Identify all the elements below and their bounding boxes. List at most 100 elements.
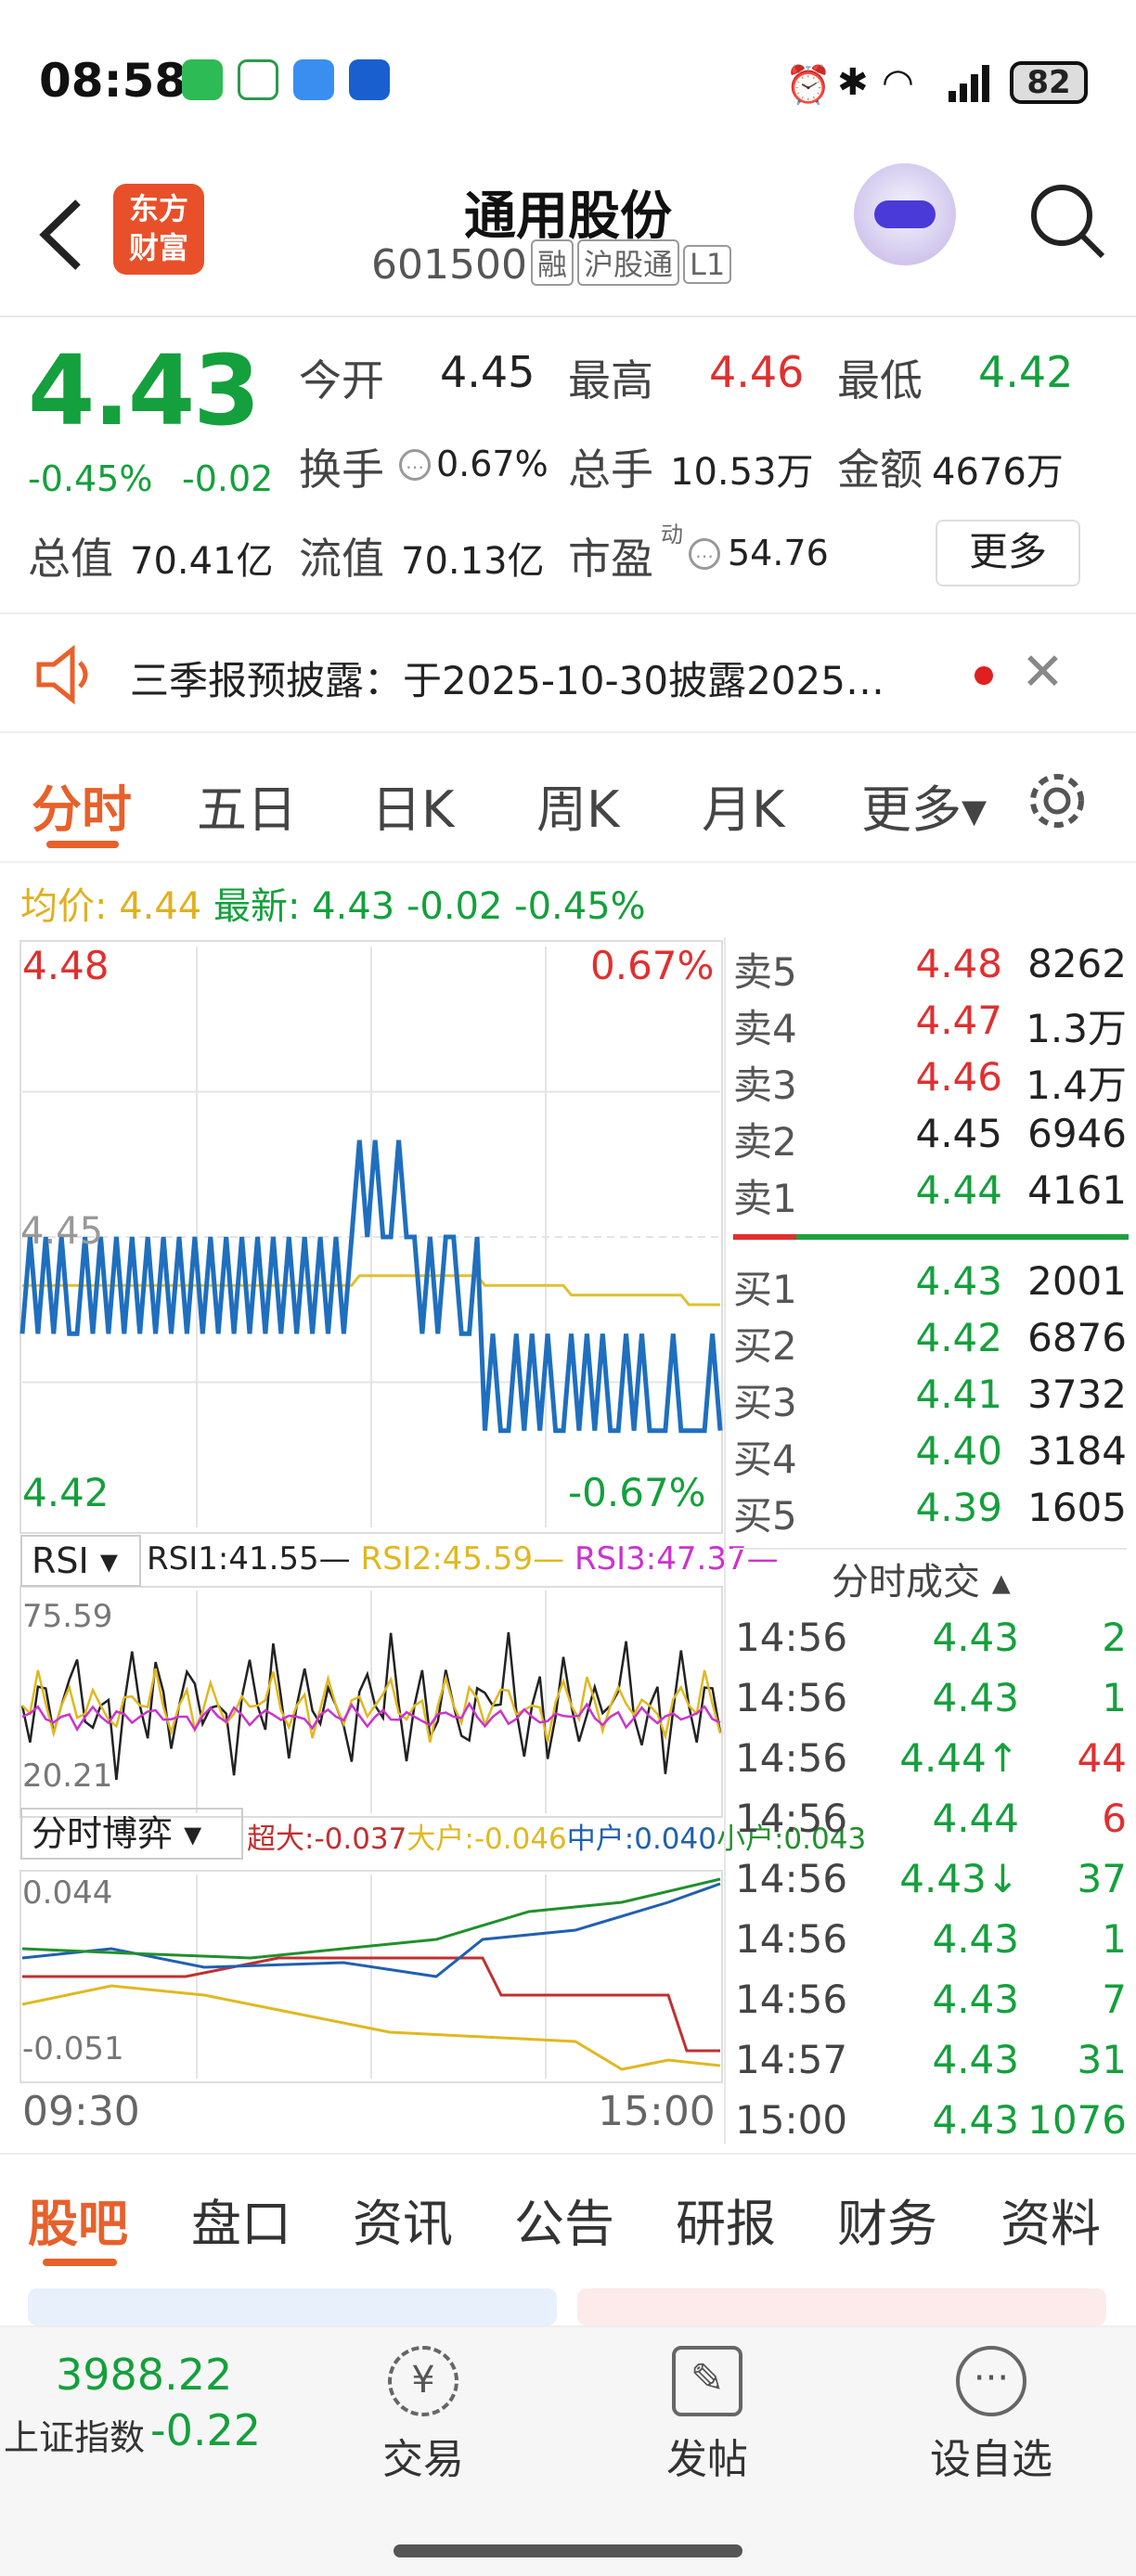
trade-row: 14:56 4.43 1	[733, 1916, 1127, 1976]
low-value: 4.42	[978, 347, 1074, 397]
bid-row[interactable]: 买4 4.40 3184	[733, 1428, 1127, 1484]
flow-bottom-label: -0.051	[22, 2030, 124, 2067]
amount-value: 4676万	[932, 451, 1064, 494]
trade-time: 14:57	[735, 2037, 848, 2082]
float-cap-value: 70.13亿	[401, 540, 545, 583]
ask-row[interactable]: 卖5 4.48 8262	[733, 941, 1127, 997]
ask-row[interactable]: 卖4 4.47 1.3万	[733, 998, 1127, 1053]
bid-price: 4.41	[915, 1372, 1002, 1417]
settings-button[interactable]	[1025, 768, 1090, 833]
message-icon	[293, 59, 334, 100]
alarm-icon: ⏰	[785, 64, 832, 107]
bid-label: 买3	[733, 1380, 797, 1425]
notice-bar[interactable]: 三季报预披露：于2025-10-30披露2025… ✕	[0, 612, 1136, 733]
ask-price: 4.48	[915, 941, 1002, 986]
trade-time: 14:56	[735, 1977, 848, 2022]
close-icon[interactable]: ✕	[1021, 642, 1065, 702]
signal-icon	[949, 61, 997, 102]
tab-5day[interactable]: 五日	[197, 768, 297, 842]
rsi-legend: RSI1:41.55— RSI2:45.59— RSI3:47.37—	[147, 1540, 779, 1578]
y-mid-label: 4.45	[20, 1210, 104, 1253]
avg-price-label: 均价: 4.44	[20, 885, 202, 928]
rsi-top-label: 75.59	[22, 1598, 113, 1635]
info-tab-indicator	[43, 2259, 117, 2266]
trade-volume: 6	[1102, 1796, 1127, 1841]
tab-news[interactable]: 资讯	[353, 2183, 453, 2256]
notice-text[interactable]: 三季报预披露：于2025-10-30披露2025…	[130, 650, 884, 706]
tab-guba[interactable]: 股吧	[28, 2183, 128, 2256]
battery-icon: 82	[1010, 61, 1088, 104]
period-tabs: 分时 五日 日K 周K 月K 更多▾	[0, 742, 1136, 863]
bid-volume: 3184	[1027, 1428, 1127, 1474]
tab-pankou[interactable]: 盘口	[191, 2183, 291, 2256]
trade-button[interactable]: ¥ 交易	[330, 2346, 516, 2485]
turnover-label: 换手	[299, 444, 384, 495]
trade-volume: 1	[1102, 1916, 1127, 1962]
search-icon	[1031, 185, 1105, 259]
ask-row[interactable]: 卖1 4.44 4161	[733, 1167, 1127, 1223]
wifi-icon: ◠	[882, 61, 914, 104]
trade-row: 15:00 4.43 1076	[733, 2097, 1127, 2157]
turnover-value: 0.67%	[436, 444, 549, 484]
ask-label: 卖2	[733, 1119, 797, 1165]
tab-monthly-k[interactable]: 月K	[702, 768, 784, 842]
more-info-icon[interactable]: …	[399, 449, 431, 481]
tab-profile[interactable]: 资料	[1000, 2183, 1101, 2256]
feed-card-left[interactable]	[28, 2288, 557, 2325]
trade-label: 交易	[382, 2436, 464, 2483]
rsi-selector[interactable]: RSI ▾	[20, 1535, 141, 1587]
tab-announcements[interactable]: 公告	[514, 2183, 614, 2256]
tab-intraday[interactable]: 分时	[32, 768, 132, 842]
flow-selector[interactable]: 分时博弈 ▾	[20, 1808, 243, 1860]
float-cap-label: 流值	[299, 534, 384, 584]
index-name[interactable]: 上证指数	[4, 2409, 145, 2460]
bid-row[interactable]: 买2 4.42 6876	[733, 1315, 1127, 1371]
bid-row[interactable]: 买5 4.39 1605	[733, 1485, 1127, 1540]
ask-row[interactable]: 卖3 4.46 1.4万	[733, 1054, 1127, 1110]
change-percent: -0.45%	[28, 458, 153, 499]
trade-time: 14:56	[735, 1615, 848, 1660]
ask-row[interactable]: 卖2 4.45 6946	[733, 1111, 1127, 1166]
ask-label: 卖3	[733, 1063, 797, 1108]
tab-weekly-k[interactable]: 周K	[536, 768, 619, 842]
tab-more[interactable]: 更多▾	[861, 768, 987, 842]
post-button[interactable]: ✎ 发帖	[614, 2346, 800, 2485]
ask-label: 卖5	[733, 949, 797, 995]
trades-title[interactable]: 分时成交 ▴	[832, 1552, 1011, 1605]
rsi-bottom-label: 20.21	[22, 1758, 113, 1795]
trade-volume: 1	[1102, 1675, 1127, 1720]
pe-info-icon[interactable]: …	[689, 538, 720, 570]
gear-icon	[1030, 774, 1084, 828]
pe-label: 市盈	[568, 534, 653, 584]
trade-price: 4.43↓	[899, 1856, 1019, 1901]
tag-level: L1	[683, 245, 732, 284]
tab-research[interactable]: 研报	[676, 2183, 776, 2256]
more-button[interactable]: 更多	[936, 520, 1080, 586]
bank-icon	[238, 59, 278, 100]
trade-price: 4.43	[932, 1675, 1019, 1720]
tab-finance[interactable]: 财务	[837, 2183, 937, 2256]
flow-large-label: 大户:-0.046	[407, 1823, 567, 1856]
trade-row: 14:56 4.43 1	[733, 1675, 1127, 1734]
feed-card-right[interactable]	[577, 2288, 1106, 2325]
watchlist-label: 设自选	[930, 2436, 1052, 2483]
bid-row[interactable]: 买3 4.41 3732	[733, 1372, 1127, 1427]
ask-label: 卖4	[733, 1006, 797, 1051]
latest-price-label: 最新: 4.43 -0.02 -0.45%	[213, 885, 646, 928]
add-watchlist-button[interactable]: ··· 设自选	[898, 2346, 1084, 2485]
search-button[interactable]	[1025, 178, 1108, 262]
edit-icon: ✎	[672, 2346, 742, 2416]
flow-mid-label: 中户:0.040	[566, 1823, 716, 1856]
trade-price: 4.44	[932, 1796, 1019, 1841]
rsi3-label: RSI3:47.37	[574, 1540, 747, 1578]
trade-volume: 31	[1077, 2037, 1127, 2082]
robot-avatar[interactable]	[854, 163, 956, 265]
tab-daily-k[interactable]: 日K	[371, 768, 454, 842]
index-value[interactable]: 3988.22	[56, 2350, 232, 2400]
app-icon	[349, 59, 390, 100]
bid-label: 买4	[733, 1436, 797, 1482]
bid-row[interactable]: 买1 4.43 2001	[733, 1258, 1127, 1314]
rsi-lines	[20, 1591, 722, 1813]
trades-divider	[733, 1548, 1127, 1550]
market-cap-value: 70.41亿	[130, 540, 274, 583]
